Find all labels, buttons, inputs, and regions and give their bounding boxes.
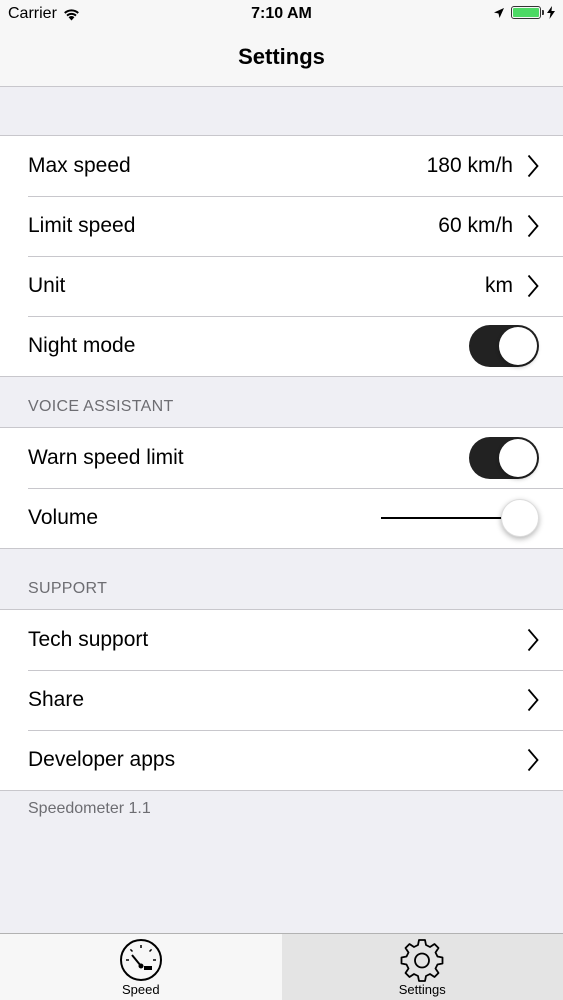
night-mode-row: Night mode (0, 316, 563, 376)
volume-slider-thumb[interactable] (501, 499, 539, 537)
version-label: Speedometer 1.1 (28, 800, 151, 817)
warn-speed-limit-label: Warn speed limit (28, 446, 184, 469)
support-group: Tech support Share Developer apps (0, 609, 563, 791)
toggle-knob (499, 327, 537, 365)
developer-apps-label: Developer apps (28, 748, 176, 771)
unit-label: Unit (28, 274, 66, 297)
max-speed-label: Max speed (28, 154, 131, 177)
page-title: Settings (238, 44, 325, 69)
limit-speed-row[interactable]: Limit speed 60 km/h (0, 196, 563, 256)
tab-bar: Speed Settings (0, 933, 563, 1000)
night-mode-label: Night mode (28, 334, 136, 357)
chevron-right-icon (527, 748, 539, 772)
chevron-right-icon (527, 688, 539, 712)
battery-fill (513, 8, 539, 17)
limit-speed-value: 60 km/h (438, 214, 513, 237)
chevron-right-icon (527, 274, 539, 298)
charging-bolt-icon (547, 6, 555, 19)
max-speed-row[interactable]: Max speed 180 km/h (0, 136, 563, 196)
warn-speed-limit-toggle[interactable] (469, 437, 539, 479)
volume-row: Volume (0, 488, 563, 548)
voice-assistant-group: Warn speed limit Volume (0, 427, 563, 549)
developer-apps-row[interactable]: Developer apps (0, 730, 563, 790)
voice-assistant-header: VOICE ASSISTANT (28, 398, 174, 415)
tab-speed-label: Speed (121, 982, 160, 997)
night-mode-toggle[interactable] (469, 325, 539, 367)
toggle-knob (499, 439, 537, 477)
share-row[interactable]: Share (0, 670, 563, 730)
tech-support-row[interactable]: Tech support (0, 610, 563, 670)
limit-speed-label: Limit speed (28, 214, 136, 237)
battery-icon (511, 6, 544, 19)
tech-support-label: Tech support (28, 628, 149, 651)
status-time: 7:10 AM (251, 5, 312, 22)
status-bar: Carrier 7:10 AM (0, 0, 563, 30)
tab-settings[interactable]: Settings (281, 934, 563, 1000)
max-speed-value: 180 km/h (426, 154, 513, 177)
nav-bar: Settings (0, 30, 563, 87)
location-arrow-icon (494, 7, 504, 18)
chevron-right-icon (527, 214, 539, 238)
support-header: SUPPORT (28, 580, 108, 597)
volume-label: Volume (28, 506, 99, 529)
warn-speed-limit-row: Warn speed limit (0, 428, 563, 488)
speedometer-icon (119, 939, 162, 981)
volume-slider-track (381, 517, 519, 519)
tab-speed[interactable]: Speed (0, 934, 282, 1000)
unit-value: km (485, 274, 513, 297)
volume-slider[interactable] (381, 498, 539, 538)
general-settings-group: Max speed 180 km/h Limit speed 60 km/h U… (0, 135, 563, 377)
chevron-right-icon (527, 154, 539, 178)
status-right (493, 6, 555, 19)
share-label: Share (28, 688, 85, 711)
unit-row[interactable]: Unit km (0, 256, 563, 316)
gear-icon (400, 939, 444, 982)
tab-settings-label: Settings (398, 982, 446, 997)
chevron-right-icon (527, 628, 539, 652)
